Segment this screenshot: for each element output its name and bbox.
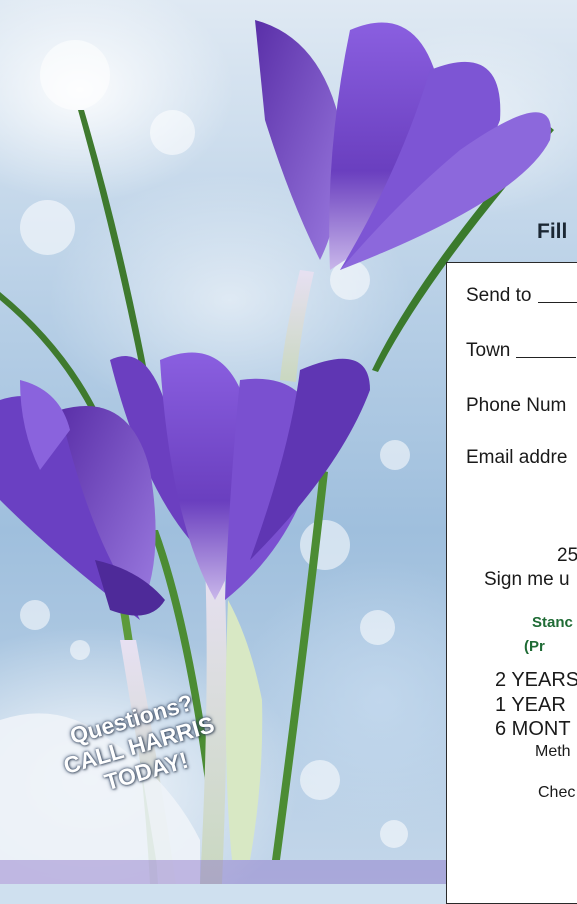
town-line — [516, 356, 576, 358]
order-form: Send to Town Phone Num Email addre 25 Si… — [446, 262, 577, 904]
email-label: Email addre — [466, 447, 567, 469]
preferred-rate-label: (Pr — [524, 638, 545, 655]
standard-rate-label: Stanc — [532, 614, 573, 631]
email-field[interactable]: Email addre — [466, 447, 567, 469]
form-title: Fill — [537, 220, 567, 244]
payment-method-label: Meth — [535, 743, 571, 761]
check-option[interactable]: Chec — [538, 784, 575, 802]
plan-2-years[interactable]: 2 YEARS — [495, 669, 577, 692]
send-to-field[interactable]: Send to — [466, 285, 577, 307]
phone-field[interactable]: Phone Num — [466, 395, 566, 417]
price-text: 25 — [557, 545, 577, 567]
town-label: Town — [466, 340, 510, 362]
plan-6-months[interactable]: 6 MONT — [495, 718, 571, 741]
send-to-label: Send to — [466, 285, 532, 307]
phone-label: Phone Num — [466, 395, 566, 417]
signup-text: Sign me u — [484, 569, 570, 591]
town-field[interactable]: Town — [466, 340, 576, 362]
send-to-line — [538, 301, 577, 303]
plan-1-year[interactable]: 1 YEAR — [495, 694, 566, 717]
